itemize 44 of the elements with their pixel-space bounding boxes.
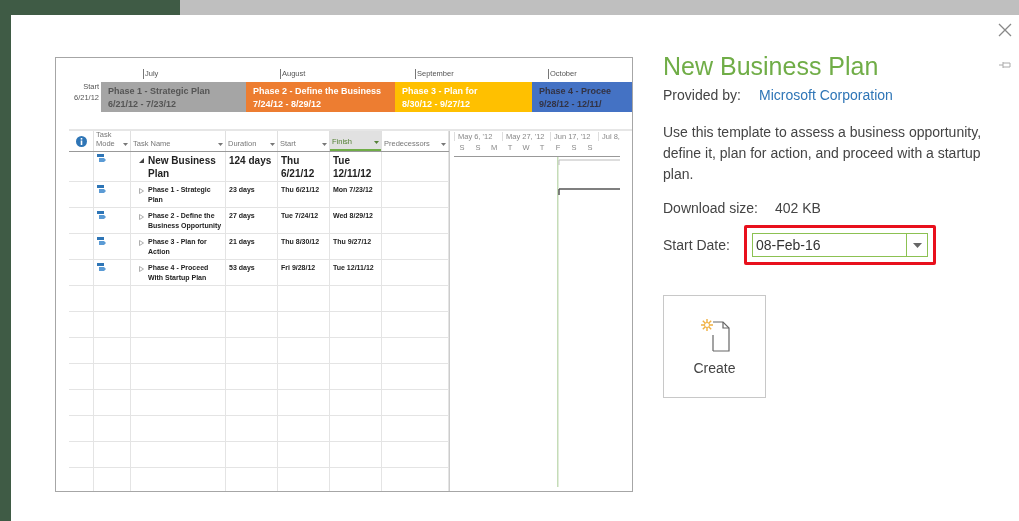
new-document-icon <box>699 317 730 352</box>
task-mode-icon <box>97 185 106 193</box>
dropdown-arrow-icon <box>218 143 223 146</box>
template-title: New Business Plan <box>663 51 880 81</box>
start-date-label: Start Date: <box>663 237 731 253</box>
dropdown-arrow-icon <box>270 143 275 146</box>
close-icon[interactable] <box>998 23 1012 37</box>
gantt-bar <box>558 159 620 166</box>
dropdown-arrow-icon <box>123 143 128 146</box>
dropdown-arrow-icon <box>322 143 327 146</box>
phase-dates: 7/24/12 - 8/29/12 <box>253 98 323 109</box>
collapse-icon[interactable] <box>139 157 144 163</box>
start-date-dropdown[interactable]: 08-Feb-16 <box>752 233 928 257</box>
task-mode-icon <box>97 237 106 245</box>
duration-cell: 124 days <box>229 155 272 166</box>
dropdown-arrow-icon <box>912 242 922 248</box>
expand-icon[interactable] <box>139 188 144 194</box>
phase-name: Phase 1 - Strategic Plan <box>108 85 212 96</box>
finish-cell: Tue 12/11/12 <box>333 155 372 179</box>
phase-dates: 8/30/12 - 9/27/12 <box>402 98 472 109</box>
provider-link[interactable]: Microsoft Corporation <box>759 87 893 103</box>
provided-by-label: Provided by: <box>663 87 742 103</box>
expand-icon[interactable] <box>139 266 144 272</box>
task-name: New Business Plan <box>148 154 217 180</box>
phase-dates: 9/28/12 - 12/11/ <box>539 98 603 109</box>
download-size-label: Download size: <box>663 200 759 216</box>
dropdown-arrow-icon <box>374 141 379 144</box>
phase-dates: 6/21/12 - 7/23/12 <box>108 98 178 109</box>
info-icon <box>75 135 87 147</box>
task-mode-icon <box>97 154 106 162</box>
dropdown-arrow-icon <box>441 143 446 146</box>
phase-name: Phase 3 - Plan for <box>402 85 479 96</box>
template-description: Use this template to assess a business opportunity, define it, plan for action, and proceed with a startup plan. <box>663 123 982 184</box>
task-mode-icon <box>97 211 106 219</box>
gantt-bar <box>558 188 620 196</box>
phase-name: Phase 2 - Define the Business <box>253 85 383 96</box>
expand-icon[interactable] <box>139 214 144 220</box>
task-mode-icon <box>97 263 106 271</box>
pin-icon[interactable] <box>999 61 1011 69</box>
expand-icon[interactable] <box>139 240 144 246</box>
phase-name: Phase 4 - Procee <box>539 85 613 96</box>
download-size: 402 KB <box>775 200 821 216</box>
start-cell: Thu 6/21/12 <box>281 155 315 179</box>
create-button[interactable]: Create <box>663 295 766 398</box>
